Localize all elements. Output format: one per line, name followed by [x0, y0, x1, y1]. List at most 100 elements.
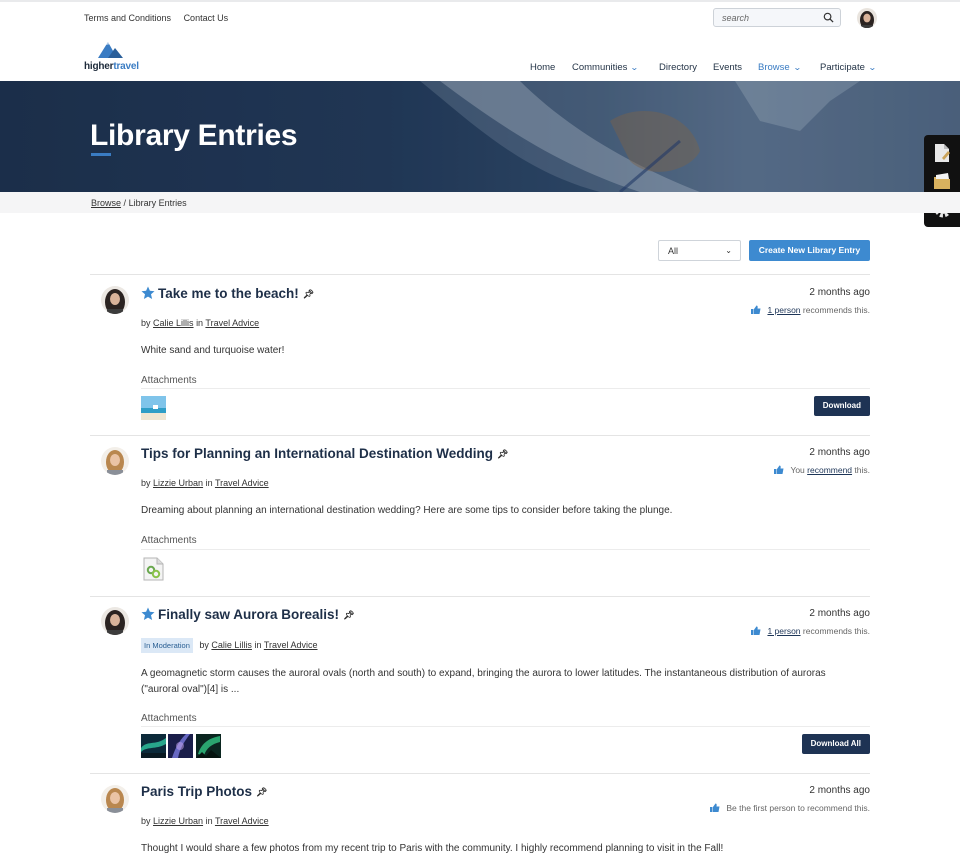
breadcrumb-current: Library Entries	[128, 198, 187, 208]
attachments-divider	[141, 549, 870, 550]
community-link[interactable]: Travel Advice	[215, 816, 269, 826]
folder-icon[interactable]	[933, 171, 951, 191]
entry-title[interactable]: Finally saw Aurora Borealis! 📌︎	[141, 607, 355, 622]
author-link[interactable]: Calie Lillis	[211, 640, 252, 650]
entry-byline: by Lizzie Urban in Travel Advice	[141, 816, 269, 826]
recommend-text: Be the first person to recommend this.	[726, 803, 870, 813]
thumbs-up-icon[interactable]	[751, 305, 761, 314]
nav-directory-label: Directory	[659, 62, 698, 73]
entry-title-text: Paris Trip Photos	[141, 784, 253, 799]
attachment-thumbnail-aurora-2[interactable]	[168, 734, 193, 758]
entry-body: Thought I would share a few photos from …	[141, 843, 724, 854]
entry-divider	[90, 773, 870, 774]
pin-icon: 📌︎	[302, 289, 315, 299]
recommend-link[interactable]: 1 person	[767, 305, 800, 315]
terms-link[interactable]: Terms and Conditions	[84, 13, 171, 23]
in-label: in	[205, 478, 213, 488]
in-label: in	[254, 640, 262, 650]
breadcrumb-browse[interactable]: Browse	[91, 198, 121, 208]
entry-body: White sand and turquoise water!	[141, 345, 285, 356]
nav-participate[interactable]: Participate ⌄	[820, 62, 877, 73]
recommend-line: You recommend this.	[774, 465, 870, 475]
community-link[interactable]: Travel Advice	[205, 318, 259, 328]
attachments-divider	[141, 388, 870, 389]
hero-banner: Library Entries	[0, 81, 960, 192]
contact-link[interactable]: Contact Us	[184, 13, 229, 23]
nav-home[interactable]: Home	[530, 62, 555, 73]
entry-title[interactable]: Tips for Planning an International Desti…	[141, 446, 508, 461]
attachment-thumbnail-beach[interactable]	[141, 396, 166, 420]
by-label: by	[141, 816, 151, 826]
pin-icon: 📌︎	[256, 787, 268, 797]
search-input[interactable]: search	[722, 13, 749, 23]
entry-divider	[90, 274, 870, 275]
breadcrumb: Browse / Library Entries	[91, 198, 187, 208]
side-toolbar	[924, 135, 960, 227]
attachments-label: Attachments	[141, 375, 197, 386]
entry-byline: by Calie Lillis in Travel Advice	[141, 318, 259, 328]
download-all-button[interactable]: Download All	[801, 734, 870, 754]
author-link[interactable]: Calie Lillis	[153, 318, 194, 328]
attachments-divider	[141, 726, 870, 727]
attachments-label: Attachments	[141, 713, 197, 724]
nav-events-label: Events	[713, 62, 743, 73]
community-link[interactable]: Travel Advice	[264, 640, 318, 650]
attachments-label: Attachments	[141, 535, 197, 546]
entry-title[interactable]: Take me to the beach! 📌︎	[141, 286, 314, 301]
filter-value: All	[668, 246, 679, 256]
create-new-entry-button[interactable]: Create New Library Entry	[749, 240, 870, 261]
entry-byline: In Moderation by Calie Lillis in Travel …	[141, 638, 318, 653]
document-icon[interactable]	[933, 143, 951, 163]
recommend-text: this.	[852, 465, 870, 475]
search-icon[interactable]	[823, 12, 834, 23]
community-link[interactable]: Travel Advice	[215, 478, 269, 488]
author-link[interactable]: Lizzie Urban	[153, 816, 203, 826]
recommend-line: 1 person recommends this.	[751, 626, 870, 636]
avatar[interactable]	[101, 785, 129, 813]
nav-browse[interactable]: Browse ⌄	[758, 62, 801, 73]
nav-events[interactable]: Events	[713, 62, 742, 73]
recommend-line: Be the first person to recommend this.	[710, 803, 870, 813]
chevron-down-icon: ⌄	[630, 63, 640, 72]
search-box[interactable]: search	[713, 8, 841, 27]
recommend-link[interactable]: recommend	[807, 465, 852, 475]
by-label: by	[199, 640, 209, 650]
entry-title-text: Take me to the beach!	[158, 286, 299, 301]
nav-participate-label: Participate	[820, 62, 865, 73]
author-link[interactable]: Lizzie Urban	[153, 478, 203, 488]
entry-title-text: Tips for Planning an International Desti…	[141, 446, 494, 461]
attachment-link-file-icon[interactable]	[141, 557, 166, 581]
recommend-line: 1 person recommends this.	[751, 305, 870, 315]
star-icon	[141, 286, 155, 299]
by-label: by	[141, 318, 151, 328]
entry-title-text: Finally saw Aurora Borealis!	[158, 607, 340, 622]
attachment-thumbnail-aurora-1[interactable]	[141, 734, 166, 758]
avatar[interactable]	[101, 607, 129, 635]
recommend-text: recommends this.	[800, 305, 870, 315]
nav-communities-label: Communities	[572, 62, 628, 73]
thumbs-up-icon[interactable]	[774, 465, 784, 474]
in-label: in	[205, 816, 213, 826]
thumbs-up-icon[interactable]	[710, 803, 720, 812]
by-label: by	[141, 478, 151, 488]
entry-divider	[90, 596, 870, 597]
download-button[interactable]: Download	[813, 396, 870, 416]
entry-title[interactable]: Paris Trip Photos 📌︎	[141, 784, 267, 799]
logo-text[interactable]: highertravel	[84, 61, 139, 72]
moderation-badge: In Moderation	[141, 638, 193, 653]
avatar[interactable]	[101, 286, 129, 314]
pin-icon: 📌︎	[343, 610, 355, 620]
recommend-link[interactable]: 1 person	[767, 626, 800, 636]
page-title: Library Entries	[90, 119, 298, 152]
nav-directory[interactable]: Directory	[659, 62, 697, 73]
avatar[interactable]	[101, 447, 129, 475]
filter-select[interactable]: All ⌄	[658, 240, 741, 261]
recommend-text: recommends this.	[800, 626, 870, 636]
chevron-down-icon: ⌄	[725, 246, 732, 255]
user-avatar[interactable]	[857, 8, 877, 28]
thumbs-up-icon[interactable]	[751, 626, 761, 635]
nav-communities[interactable]: Communities ⌄	[572, 62, 640, 73]
attachment-thumbnail-aurora-3[interactable]	[196, 734, 221, 758]
entry-divider	[90, 435, 870, 436]
logo-text-higher: higher	[84, 61, 114, 72]
